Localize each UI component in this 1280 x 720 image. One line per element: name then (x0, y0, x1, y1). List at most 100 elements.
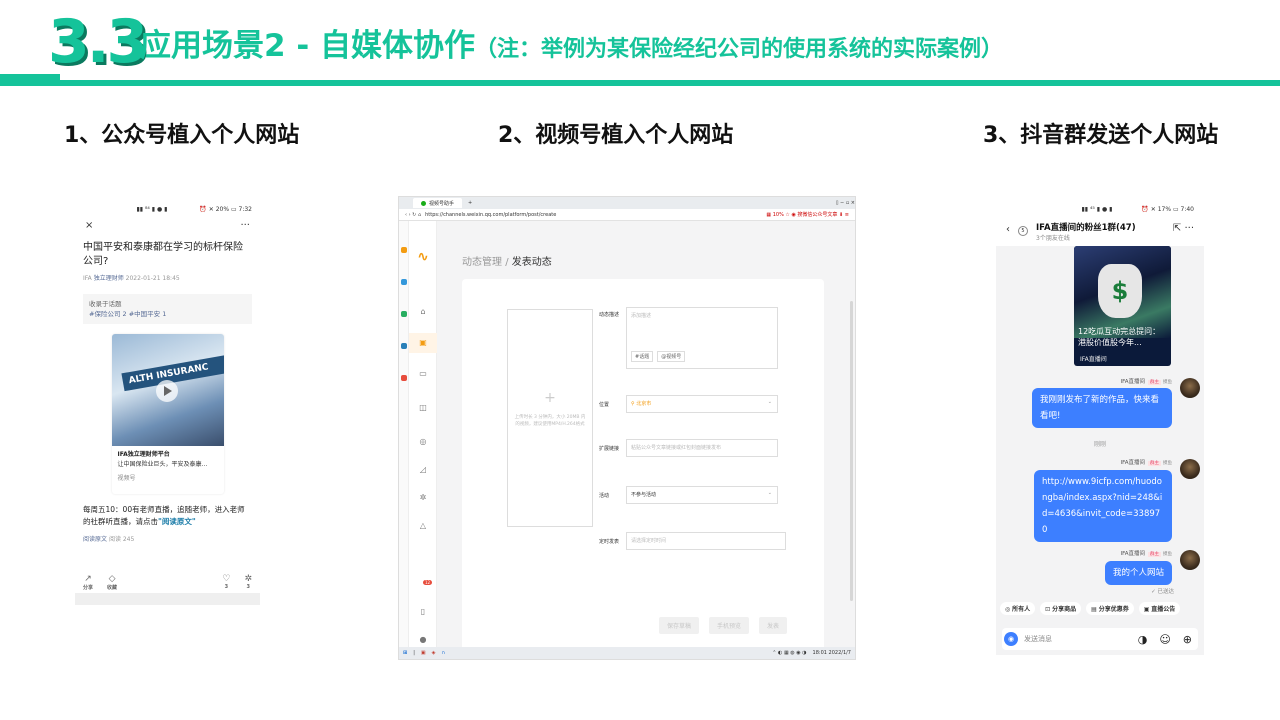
article-actions: ↗ 分享 ◇ 收藏 ♡ 3 ✲ 3 (75, 574, 260, 591)
like-button[interactable]: ♡ 3 (222, 574, 230, 591)
bell-icon[interactable]: △ (409, 521, 437, 530)
camera-icon[interactable]: ◉ (1004, 632, 1018, 646)
thumb-icon: ♡ (222, 574, 231, 584)
quick-all-button[interactable]: ◎ 所有人 (1000, 602, 1036, 615)
chevron-down-icon: ⌄ (767, 399, 772, 405)
account-link[interactable]: 独立理财师 (94, 275, 124, 282)
app-icon[interactable]: ◈ (432, 650, 436, 656)
breadcrumb: 动态管理 / 发表动态 (462, 257, 552, 268)
label-link: 扩展链接 (599, 446, 620, 452)
save-draft-button[interactable]: 保存草稿 (659, 617, 700, 634)
preview-button[interactable]: 手机预览 (709, 617, 750, 634)
quick-goods-button[interactable]: ⊡ 分享商品 (1040, 602, 1082, 615)
bottom-bar (75, 593, 260, 605)
topic-tags[interactable]: #保险公司 2 #中国平安 1 (89, 309, 246, 319)
voice-icon[interactable]: ◑ (1138, 633, 1148, 646)
publish-button[interactable]: 发表 (759, 617, 788, 634)
delivered-status: ✓ 已送达 (1151, 589, 1174, 595)
doc-icon[interactable]: ▭ (409, 369, 437, 378)
quick-notice-button[interactable]: ▣ 直播公告 (1138, 602, 1181, 615)
taskbar-time: 18:01 2022/1/7 (812, 650, 851, 656)
status-bar: ▮▮ ⁸⁴ ▮ ● ▮ ⏰ ✕ 20% ▭ 7:32 (75, 200, 260, 218)
emoji-icon[interactable]: ☺ (1159, 633, 1170, 646)
video-upload-area[interactable]: + 上传时长 3 分钟内，大小 20MB 内的视频，建议使用MP4/H.264格… (507, 309, 593, 527)
settings-icon[interactable]: ✲ (409, 493, 437, 502)
sidebar-icon[interactable] (400, 247, 407, 253)
message-bubble[interactable]: 我刚刚发布了新的作品，快来看看吧! (1032, 388, 1172, 428)
browser-app-icon[interactable]: ∩ (441, 650, 445, 656)
new-tab-button[interactable]: + (468, 200, 472, 206)
avatar[interactable] (1180, 459, 1200, 479)
message-input[interactable]: 发送消息 (1024, 634, 1132, 644)
video-thumbnail: ALTH INSURANC (111, 334, 224, 446)
video-channel-browser: 视频号助手 + ▯ − ▫ × ‹ › ↻ ⌂ https://channels… (398, 196, 856, 660)
tray-icons[interactable]: ⌃ ◐ ▦ ◍ ◉ ◑ (772, 650, 806, 656)
back-icon[interactable]: ‹ (1006, 224, 1010, 235)
article-source: IFA (83, 275, 92, 282)
topic-tag-button[interactable]: #话题 (631, 351, 654, 362)
desc-field[interactable]: 添加描述 #话题 @视频号 (626, 307, 778, 369)
shared-video-card[interactable]: $ 12吃瓜互动完总提问：港股价值股今年... IFA直播间 (1074, 246, 1171, 366)
sidebar-icon[interactable] (400, 375, 407, 381)
read-original[interactable]: 阅读原文 (83, 536, 107, 543)
sidebar-icon[interactable] (400, 343, 407, 349)
avatar[interactable] (1180, 378, 1200, 398)
header-rule (0, 80, 1280, 86)
article-body: 每周五10：00有老师直播，追随老师，进入老师的社群听直播，请点击"阅读原文" (75, 494, 260, 528)
share-button[interactable]: ↗ 分享 (83, 574, 93, 591)
message-sender: IFA直播间 群主 摸鱼 (1120, 460, 1172, 466)
watch-button[interactable]: ✲ 3 (244, 574, 252, 591)
read-count: 阅读 245 (108, 536, 135, 543)
message-icon[interactable]: ▯ (409, 607, 437, 616)
message-bubble[interactable]: 我的个人网站 (1104, 561, 1172, 585)
video-card[interactable]: ALTH INSURANC IFA独立理财师平台 让中国保险业巨头，平安及泰康.… (111, 334, 224, 494)
nav-buttons[interactable]: ‹ › ↻ ⌂ (405, 212, 421, 218)
slide-header: 3.3 应用场景2 - 自媒体协作（注：举例为某保险经纪公司的使用系统的实际案例… (0, 0, 1280, 92)
sidebar-icon[interactable] (400, 311, 407, 317)
breadcrumb-parent[interactable]: 动态管理 (462, 257, 502, 268)
close-icon[interactable]: × (85, 220, 93, 231)
plus-icon[interactable]: ⊕ (1183, 633, 1192, 646)
scrollbar[interactable] (850, 301, 853, 601)
article-meta: IFA 独立理财师 2022-01-21 18:45 (75, 273, 260, 282)
avatar[interactable]: ● (409, 635, 437, 644)
app-main: 动态管理 / 发表动态 + 上传时长 3 分钟内，大小 20MB 内的视频，建议… (437, 221, 855, 655)
target-icon[interactable]: ◎ (409, 437, 437, 446)
browser-tab[interactable]: 视频号助手 (413, 198, 463, 208)
home-icon[interactable]: ⌂ (409, 307, 437, 316)
schedule-input[interactable]: 请选择定时时间 (626, 532, 786, 550)
video-thumbnail: $ 12吃瓜互动完总提问：港股价值股今年... (1074, 246, 1171, 347)
avatar[interactable] (1180, 550, 1200, 570)
caption-wechat: 1、公众号植入个人网站 (64, 123, 300, 148)
activity-select[interactable]: 不参与活动 ⌄ (626, 486, 778, 504)
breadcrumb-current: 发表动态 (511, 257, 552, 268)
quick-coupon-button[interactable]: ▤ 分享优惠券 (1086, 602, 1134, 615)
url-field[interactable]: https://channels.weixin.qq.com/platform/… (425, 212, 645, 218)
play-icon[interactable] (155, 380, 178, 402)
bag-icon[interactable]: ◫ (409, 403, 437, 412)
more-icon[interactable]: ··· (240, 220, 250, 231)
window-controls[interactable]: ▯ − ▫ × (836, 200, 855, 206)
link-message-bubble[interactable]: http://www.9icfp.com/huodongba/index.asp… (1034, 470, 1172, 542)
video-author: IFA独立理财师平台 (117, 451, 170, 458)
label-schedule: 定时发表 (599, 539, 620, 545)
sidebar-icon[interactable] (400, 279, 407, 285)
collect-button[interactable]: ◇ 收藏 (107, 574, 117, 591)
browser-toolbar[interactable]: ▦ 10% ☆ ◉ 搜微信公众号文章 ⬇ ≡ (766, 211, 849, 218)
chart-icon[interactable]: ◿ (409, 465, 437, 474)
location-select[interactable]: ⚲ 北京市 ⌄ (626, 395, 778, 413)
read-original-link[interactable]: "阅读原文" (158, 517, 196, 526)
slide-title: 应用场景2 - 自媒体协作（注：举例为某保险经纪公司的使用系统的实际案例） (140, 24, 1003, 72)
gear-icon: ✲ (244, 574, 252, 584)
chat-tools[interactable]: ⇱ ··· (1173, 223, 1194, 234)
link-input[interactable]: 粘贴公众号文章链接或红包封面链接发布 (626, 439, 778, 457)
post-icon[interactable]: ▣ (409, 333, 437, 353)
topic-box[interactable]: 收录于话题 #保险公司 2 #中国平安 1 (83, 294, 252, 324)
caption-video-channel: 2、视频号植入个人网站 (498, 123, 734, 148)
section-number: 3.3 (48, 7, 148, 77)
windows-icon[interactable]: ⊞ (403, 650, 407, 656)
tab-favicon-icon (421, 200, 426, 206)
mention-button[interactable]: @视频号 (657, 351, 686, 362)
video-desc: 让中国保险业巨头，平安及泰康... (117, 461, 208, 468)
app-icon[interactable]: ▣ (421, 650, 426, 656)
